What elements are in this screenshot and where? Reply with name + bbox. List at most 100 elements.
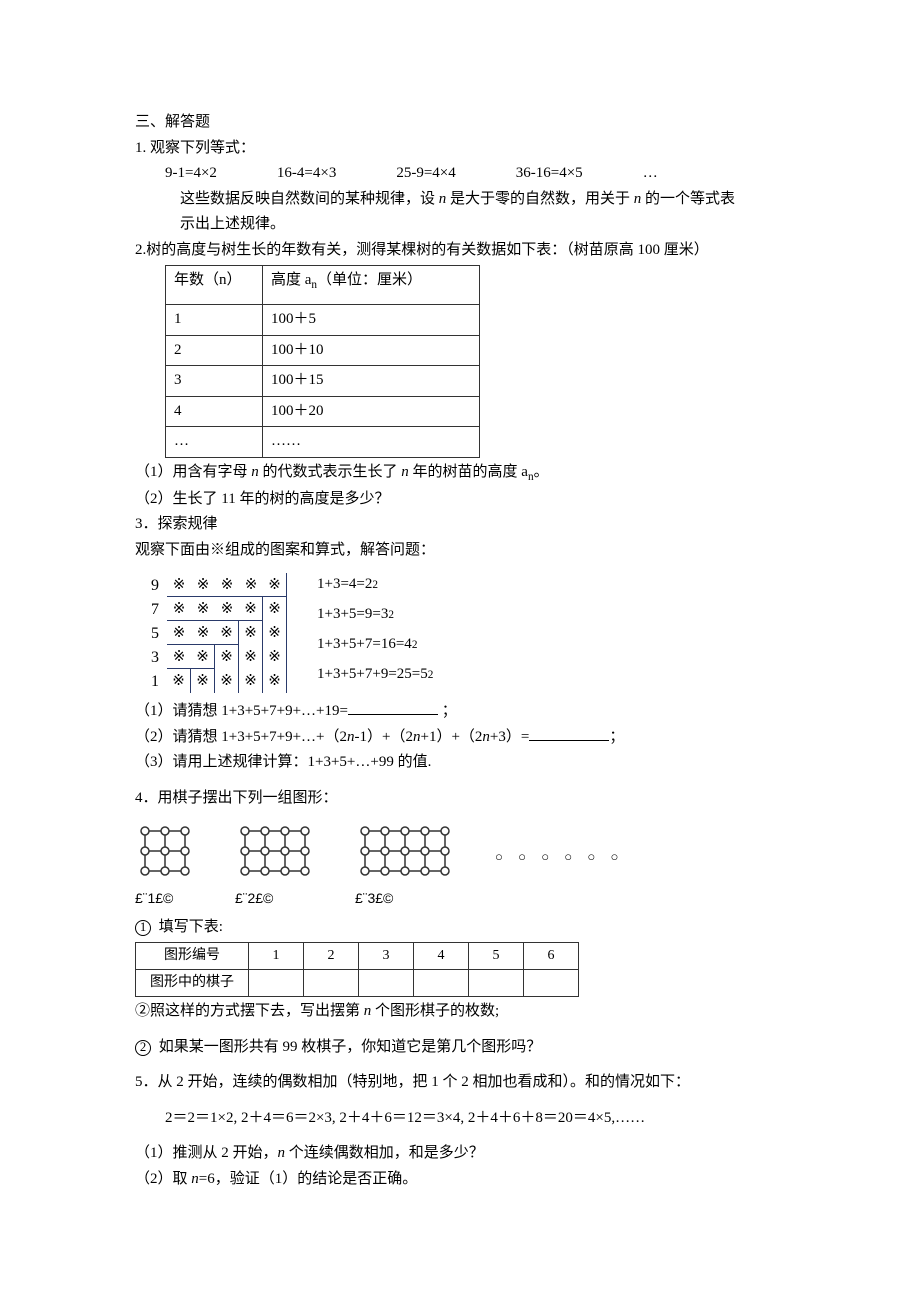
shape-label: £¨3£© <box>355 887 393 911</box>
q4-part3: 2 如果某一图形共有 99 枚棋子，你知道它是第几个图形吗？ <box>135 1035 800 1061</box>
text: 年的树苗的高度 a <box>409 464 528 480</box>
text: +1）+（2 <box>420 729 482 745</box>
q1-eq-4: 36-16=4×5 <box>516 161 583 187</box>
shape-label: £¨2£© <box>235 887 273 911</box>
star-icon: ※ <box>215 621 239 645</box>
var-n: n <box>634 191 642 207</box>
q3-eq-1: 1+3=4=22 <box>317 573 433 597</box>
q5-equation: 2＝2＝1×2, 2＋4＝6＝2×3, 2＋4＋6＝12＝3×4, 2＋4＋6＋… <box>135 1106 800 1132</box>
star-icon: ※ <box>191 597 215 621</box>
circled-1-icon: 1 <box>135 920 151 936</box>
star-icon: ※ <box>239 597 263 621</box>
star-icon: ※ <box>239 573 263 597</box>
fill-blank[interactable] <box>529 725 609 741</box>
q2-title: 2.树的高度与树生长的年数有关，测得某棵树的有关数据如下表：（树苗原高 100 … <box>135 238 800 264</box>
text: 如果某一图形共有 99 枚棋子，你知道它是第几个图形吗？ <box>155 1039 541 1055</box>
var-n: n <box>364 1003 372 1019</box>
q5-part2: （2）取 n=6，验证（1）的结论是否正确。 <box>135 1167 800 1193</box>
text: +3）= <box>490 729 529 745</box>
text: -1）+（2 <box>355 729 413 745</box>
q2-sub1: （1）用含有字母 n 的代数式表示生长了 n 年的树苗的高度 an。 <box>135 460 800 487</box>
star-icon: ※ <box>215 669 239 693</box>
q3-star-grid: 9 ※ ※ ※ ※ ※ 7 ※ ※ ※ ※ ※ 5 ※ ※ <box>135 573 287 693</box>
table-cell: 100＋20 <box>263 396 480 427</box>
table-cell: 5 <box>469 943 524 970</box>
star-icon: ※ <box>191 669 215 693</box>
fill-cell[interactable] <box>469 970 524 997</box>
q3-subtitle: 观察下面由※组成的图案和算式，解答问题： <box>135 538 800 564</box>
var-n: n <box>278 1145 286 1161</box>
q2-th-height: 高度 an（单位：厘米） <box>263 266 480 305</box>
table-cell: …… <box>263 427 480 458</box>
q1-eq-1: 9-1=4×2 <box>165 161 217 187</box>
table-cell: … <box>166 427 263 458</box>
star-icon: ※ <box>167 621 191 645</box>
fill-cell[interactable] <box>524 970 579 997</box>
table-cell: 1 <box>249 943 304 970</box>
q2-sub2: （2）生长了 11 年的树的高度是多少？ <box>135 487 800 513</box>
var-n: n <box>439 191 447 207</box>
star-icon: ※ <box>239 621 263 645</box>
text: 。 <box>534 464 549 480</box>
text: =6，验证（1）的结论是否正确。 <box>199 1171 417 1187</box>
q3-eq-2: 1+3+5=9=32 <box>317 603 433 627</box>
q3-eq-3: 1+3+5+7=16=42 <box>317 633 433 657</box>
text: ； <box>438 703 457 719</box>
star-icon: ※ <box>263 597 287 621</box>
fill-cell[interactable] <box>414 970 469 997</box>
star-icon: ※ <box>263 621 287 645</box>
section-header: 三、解答题 <box>135 110 800 136</box>
text: （1）请猜想 1+3+5+7+9+…+19= <box>135 703 348 719</box>
table-cell: 6 <box>524 943 579 970</box>
text: （1）用含有字母 <box>135 464 251 480</box>
fill-cell[interactable] <box>359 970 414 997</box>
q4-shapes: £¨1£© £¨2£© £¨3£© ○ ○ ○ ○ ○ ○ <box>135 821 800 911</box>
table-cell: 4 <box>414 943 469 970</box>
table-cell: 1 <box>166 305 263 336</box>
table-header: 图形编号 <box>136 943 249 970</box>
table-cell: 3 <box>359 943 414 970</box>
grid-2x3-icon <box>235 821 315 881</box>
q1-title: 1. 观察下列等式： <box>135 136 800 162</box>
shape-label: £¨1£© <box>135 887 173 911</box>
q4-fill-table: 图形编号 1 2 3 4 5 6 图形中的棋子 <box>135 942 579 997</box>
q1-eq-3: 25-9=4×4 <box>396 161 455 187</box>
var-n: n <box>482 729 490 745</box>
q1-desc: 这些数据反映自然数间的某种规律，设 n 是大于零的自然数，用关于 n 的一个等式… <box>135 187 800 238</box>
grid-2x2-icon <box>135 821 195 881</box>
q3-part2: （2）请猜想 1+3+5+7+9+…+（2n-1）+（2n+1）+（2n+3）=… <box>135 725 800 751</box>
var-n: n <box>347 729 355 745</box>
q4-shape-1: £¨1£© <box>135 821 195 911</box>
star-icon: ※ <box>215 645 239 669</box>
grid-2x4-icon <box>355 821 455 881</box>
fill-cell[interactable] <box>304 970 359 997</box>
q5-title: 5．从 2 开始，连续的偶数相加（特别地，把 1 个 2 相加也看成和）。和的情… <box>135 1070 800 1096</box>
star-icon: ※ <box>191 573 215 597</box>
q4-part2: ②照这样的方式摆下去，写出摆第 n 个图形棋子的枚数; <box>135 999 800 1025</box>
table-cell: 2 <box>304 943 359 970</box>
star-icon: ※ <box>263 669 287 693</box>
fill-cell[interactable] <box>249 970 304 997</box>
star-icon: ※ <box>191 621 215 645</box>
text: （2）请猜想 1+3+5+7+9+…+（2 <box>135 729 347 745</box>
q1-eq-ellipsis: … <box>643 161 658 187</box>
star-icon: ※ <box>215 573 239 597</box>
star-icon: ※ <box>167 669 191 693</box>
q4-shape-2: £¨2£© <box>235 821 315 911</box>
table-cell: 100＋15 <box>263 366 480 397</box>
table-header: 图形中的棋子 <box>136 970 249 997</box>
star-icon: ※ <box>167 645 191 669</box>
fill-blank[interactable] <box>348 699 438 715</box>
var-n: n <box>401 464 409 480</box>
star-icon: ※ <box>239 645 263 669</box>
table-cell: 2 <box>166 335 263 366</box>
text: 的代数式表示生长了 <box>259 464 402 480</box>
text: ； <box>609 729 624 745</box>
q5-part1: （1）推测从 2 开始，n 个连续偶数相加，和是多少？ <box>135 1141 800 1167</box>
star-icon: ※ <box>263 645 287 669</box>
star-icon: ※ <box>167 597 191 621</box>
text: （1）推测从 2 开始， <box>135 1145 278 1161</box>
q4-shape-3: £¨3£© <box>355 821 455 911</box>
q4-fill-title: 1 填写下表: <box>135 915 800 941</box>
q4-title: 4．用棋子摆出下列一组图形： <box>135 786 800 812</box>
